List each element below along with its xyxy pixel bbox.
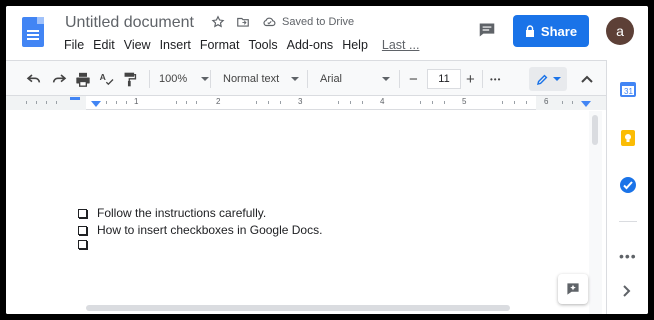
zoom-value: 100% — [159, 73, 188, 85]
style-value: Normal text — [223, 73, 280, 85]
checklist-item[interactable]: How to insert checkboxes in Google Docs. — [78, 223, 322, 237]
menu-addons[interactable]: Add-ons — [287, 38, 334, 52]
menu-file[interactable]: File — [64, 38, 84, 52]
keep-icon[interactable] — [619, 129, 637, 147]
zoom-select[interactable]: 100% — [159, 70, 210, 88]
spellcheck-icon[interactable]: A — [99, 70, 115, 88]
left-indent-marker[interactable] — [91, 101, 101, 107]
checklist-item[interactable] — [78, 240, 97, 249]
calendar-icon[interactable]: 31 — [619, 80, 637, 98]
expand-panel-icon[interactable] — [623, 284, 631, 300]
checkbox-icon[interactable] — [78, 240, 87, 249]
right-indent-marker[interactable] — [581, 101, 591, 107]
menu-format[interactable]: Format — [200, 38, 240, 52]
more-addons-icon[interactable]: ••• — [619, 248, 637, 264]
svg-text:A: A — [100, 72, 107, 82]
document-title[interactable]: Untitled document — [65, 14, 194, 32]
editing-mode-button[interactable] — [529, 67, 567, 91]
pencil-icon — [536, 74, 547, 85]
redo-icon[interactable] — [51, 70, 67, 88]
save-status: Saved to Drive — [282, 16, 355, 28]
menu-edit[interactable]: Edit — [93, 38, 115, 52]
collapse-menus-icon[interactable] — [581, 70, 593, 88]
explore-icon — [567, 283, 579, 295]
avatar[interactable]: a — [606, 17, 634, 45]
checklist-item-text: Follow the instructions carefully. — [97, 206, 267, 220]
checkbox-icon[interactable] — [78, 208, 87, 218]
ruler-number: 6 — [544, 97, 549, 106]
toolbar: A 100% Normal text Arial − 11 + ••• — [6, 60, 606, 96]
checkbox-icon[interactable] — [78, 225, 87, 235]
star-icon[interactable] — [210, 15, 226, 31]
explore-button[interactable] — [558, 274, 588, 304]
side-panel: 31 ••• — [606, 60, 648, 314]
app-window: Untitled document Saved to Drive File Ed… — [6, 6, 648, 314]
checklist-item-text: How to insert checkboxes in Google Docs. — [97, 223, 323, 237]
share-button[interactable]: Share — [513, 15, 589, 47]
ruler[interactable]: 1 2 3 4 5 6 — [6, 96, 606, 110]
ruler-number: 3 — [298, 97, 303, 106]
font-size-input[interactable]: 11 — [427, 69, 461, 89]
ruler-number: 4 — [380, 97, 385, 106]
more-tools-icon[interactable]: ••• — [490, 70, 501, 88]
first-line-indent-marker[interactable] — [70, 97, 80, 100]
style-select[interactable]: Normal text — [223, 70, 300, 88]
move-folder-icon[interactable] — [235, 15, 251, 31]
document-page[interactable]: Follow the instructions carefully. How t… — [6, 111, 589, 314]
undo-icon[interactable] — [26, 70, 42, 88]
menu-view[interactable]: View — [124, 38, 151, 52]
docs-logo-icon[interactable] — [22, 17, 44, 47]
cloud-saved-icon — [261, 15, 277, 31]
ruler-number: 2 — [216, 97, 221, 106]
menu-help[interactable]: Help — [342, 38, 368, 52]
vertical-scrollbar[interactable] — [592, 115, 598, 145]
header: Untitled document Saved to Drive File Ed… — [6, 6, 648, 60]
font-value: Arial — [320, 73, 343, 85]
font-size-decrease-button[interactable]: − — [409, 70, 418, 88]
share-label: Share — [540, 23, 578, 39]
tasks-icon[interactable] — [619, 176, 637, 194]
last-edit-link[interactable]: Last ... — [382, 38, 420, 52]
print-icon[interactable] — [75, 70, 91, 88]
checklist-item[interactable]: Follow the instructions carefully. — [78, 206, 266, 220]
document-canvas[interactable]: Follow the instructions carefully. How t… — [6, 111, 602, 314]
ruler-number: 5 — [462, 97, 467, 106]
horizontal-scrollbar[interactable] — [86, 305, 510, 311]
ruler-number: 1 — [134, 97, 139, 106]
menu-insert[interactable]: Insert — [160, 38, 191, 52]
comment-history-icon[interactable] — [478, 22, 496, 38]
font-select[interactable]: Arial — [320, 70, 391, 88]
svg-text:31: 31 — [624, 87, 633, 96]
lock-icon — [525, 25, 534, 37]
paint-format-icon[interactable] — [123, 70, 137, 88]
font-size-increase-button[interactable]: + — [466, 70, 475, 88]
menu-bar: File Edit View Insert Format Tools Add-o… — [64, 38, 428, 52]
menu-tools[interactable]: Tools — [248, 38, 277, 52]
